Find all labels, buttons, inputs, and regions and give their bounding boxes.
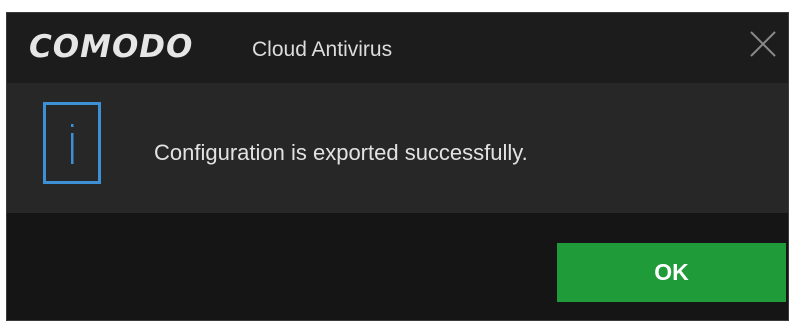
close-icon [750, 31, 776, 57]
ok-button[interactable]: OK [557, 243, 786, 302]
export-success-dialog: COMODO Cloud Antivirus Configuration is … [6, 12, 789, 321]
comodo-logo: COMODO [29, 29, 194, 65]
dialog-title-bar: COMODO Cloud Antivirus [7, 13, 788, 83]
dialog-footer: OK [7, 213, 788, 320]
close-button[interactable] [748, 29, 778, 59]
product-name: Cloud Antivirus [252, 38, 393, 61]
info-icon [43, 102, 101, 184]
status-message: Configuration is exported successfully. [154, 140, 528, 165]
dialog-content: Configuration is exported successfully. [7, 83, 788, 213]
